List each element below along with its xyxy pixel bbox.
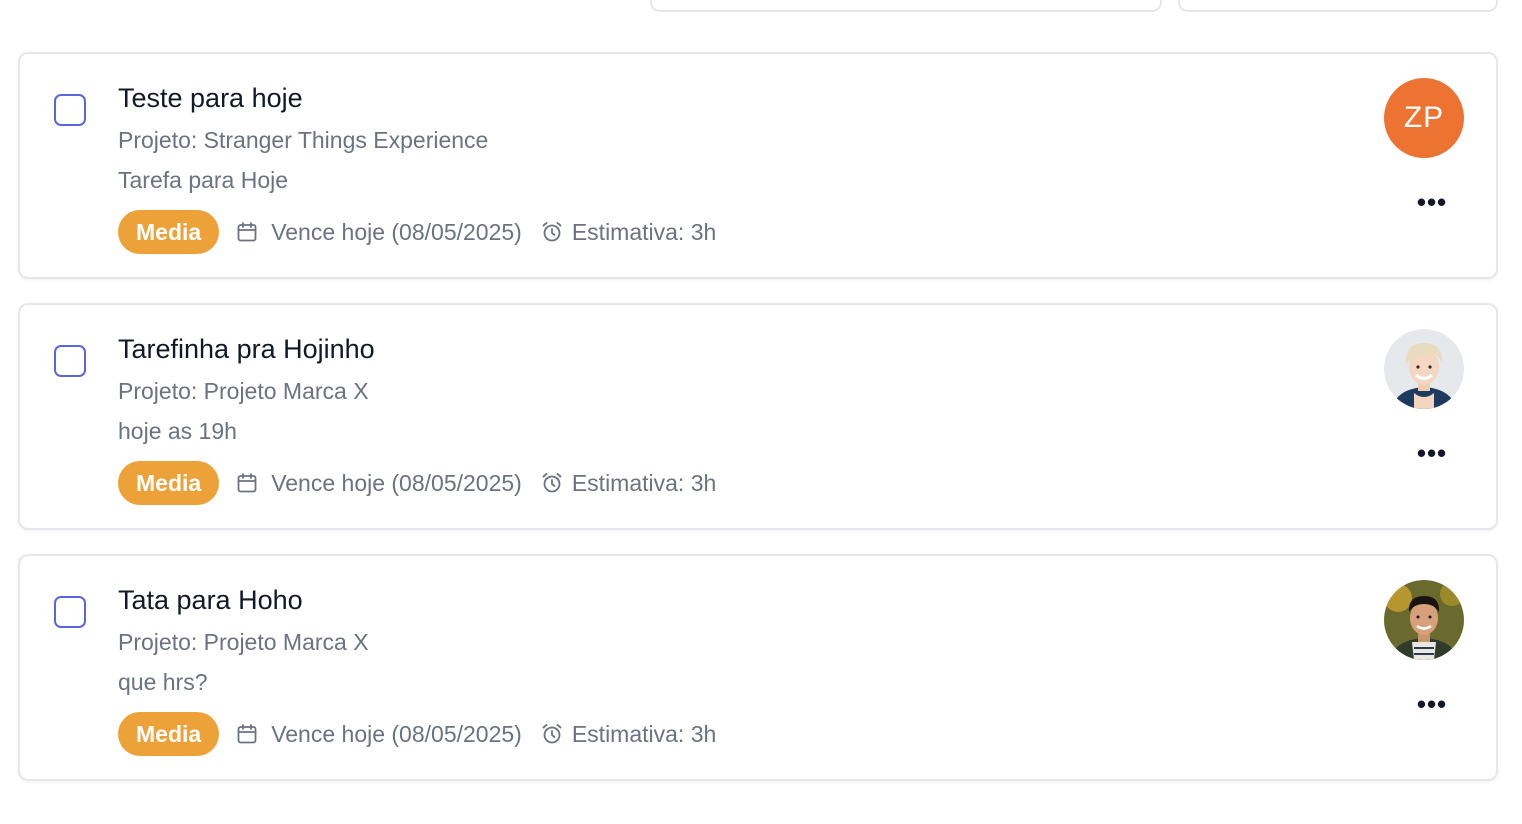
top-filter-select[interactable] (1178, 0, 1498, 12)
priority-badge: Media (118, 461, 220, 505)
more-horizontal-icon[interactable]: ••• (1414, 439, 1450, 467)
due-date: Vence hoje (08/05/2025) (271, 720, 522, 747)
task-title: Tarefinha pra Hojinho (118, 334, 375, 364)
top-filter-input[interactable] (650, 0, 1162, 12)
assignee-avatar[interactable] (1384, 580, 1464, 660)
task-project: Projeto: Projeto Marca X (118, 629, 369, 655)
task-title: Teste para hoje (118, 83, 303, 113)
estimate: Estimativa: 3h (571, 720, 717, 747)
task-card[interactable]: Tarefinha pra Hojinho Projeto: Projeto M… (18, 303, 1498, 530)
task-description: hoje as 19h (118, 418, 237, 444)
task-complete-checkbox[interactable] (54, 596, 86, 628)
calendar-icon (235, 722, 259, 746)
estimate: Estimativa: 3h (571, 469, 717, 496)
alarm-clock-icon (540, 220, 564, 244)
alarm-clock-icon (540, 471, 564, 495)
task-card[interactable]: Tata para Hoho Projeto: Projeto Marca X … (18, 554, 1498, 781)
assignee-avatar[interactable] (1384, 329, 1464, 409)
task-complete-checkbox[interactable] (54, 345, 86, 377)
task-description: Tarefa para Hoje (118, 167, 289, 193)
task-list: Teste para hoje Projeto: Stranger Things… (18, 52, 1498, 805)
task-project: Projeto: Projeto Marca X (118, 378, 369, 404)
task-meta: Media Vence hoje (08/05/2025) Estimativa… (118, 210, 716, 254)
task-project: Projeto: Stranger Things Experience (118, 127, 489, 153)
more-horizontal-icon[interactable]: ••• (1414, 188, 1450, 216)
task-description: que hrs? (118, 669, 208, 695)
priority-badge: Media (118, 210, 220, 254)
alarm-clock-icon (540, 722, 564, 746)
due-date: Vence hoje (08/05/2025) (271, 469, 522, 496)
task-meta: Media Vence hoje (08/05/2025) Estimativa… (118, 461, 716, 505)
task-card[interactable]: Teste para hoje Projeto: Stranger Things… (18, 52, 1498, 279)
estimate: Estimativa: 3h (571, 218, 717, 245)
task-title: Tata para Hoho (118, 585, 303, 615)
calendar-icon (235, 220, 259, 244)
due-date: Vence hoje (08/05/2025) (271, 218, 522, 245)
more-horizontal-icon[interactable]: ••• (1414, 690, 1450, 718)
priority-badge: Media (118, 712, 220, 756)
assignee-avatar[interactable]: ZP (1384, 78, 1464, 158)
task-meta: Media Vence hoje (08/05/2025) Estimativa… (118, 712, 716, 756)
task-complete-checkbox[interactable] (54, 94, 86, 126)
task-page: Teste para hoje Projeto: Stranger Things… (0, 0, 1522, 824)
calendar-icon (235, 471, 259, 495)
